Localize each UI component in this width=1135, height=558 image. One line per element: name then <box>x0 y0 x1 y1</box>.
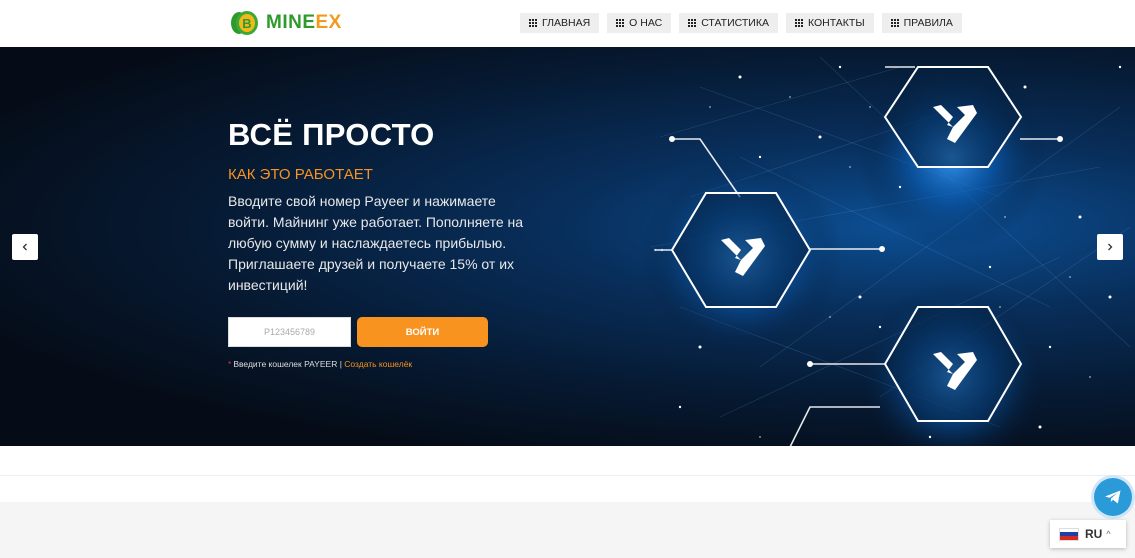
language-switcher[interactable]: RU ^ <box>1050 520 1126 548</box>
slider-next-button[interactable] <box>1097 234 1123 260</box>
wallet-hint: * Введите кошелек PAYEER | Создать кошелё… <box>228 359 412 369</box>
section-divider <box>0 446 1135 476</box>
create-wallet-link[interactable]: Создать кошелёк <box>344 359 412 369</box>
site-header: B MINEEX ГЛАВНАЯ О НАС СТАТИСТИКА КОНТАК… <box>0 0 1135 47</box>
login-button[interactable]: ВОЙТИ <box>357 317 488 347</box>
slider-prev-button[interactable] <box>12 234 38 260</box>
chevron-up-icon: ^ <box>1106 529 1111 539</box>
hero-title: ВСЁ ПРОСТО <box>228 117 435 152</box>
hero-slider: ВСЁ ПРОСТО КАК ЭТО РАБОТАЕТ Вводите свой… <box>0 47 1135 446</box>
russia-flag-icon <box>1059 527 1079 541</box>
hero-description: Вводите свой номер Payeer и нажимаете во… <box>228 193 524 293</box>
required-star: * <box>228 359 232 369</box>
nav-item-label: КОНТАКТЫ <box>807 17 865 29</box>
grid-icon <box>794 18 804 28</box>
next-section <box>0 502 1135 558</box>
nav-item-label: ГЛАВНАЯ <box>542 17 591 29</box>
bitcoin-coin-icon: B <box>231 11 258 35</box>
main-nav: ГЛАВНАЯ О НАС СТАТИСТИКА КОНТАКТЫ ПРАВИЛ… <box>520 13 962 33</box>
telegram-button[interactable] <box>1094 478 1132 516</box>
nav-item-statistics[interactable]: СТАТИСТИКА <box>679 13 778 33</box>
nav-item-contacts[interactable]: КОНТАКТЫ <box>785 13 874 33</box>
telegram-icon <box>1105 490 1121 504</box>
grid-icon <box>529 18 538 28</box>
payeer-wallet-input[interactable] <box>228 317 351 347</box>
network-hexagon-background <box>642 56 1131 446</box>
nav-item-label: ПРАВИЛА <box>903 17 953 29</box>
svg-text:B: B <box>242 16 251 31</box>
chevron-right-icon <box>1108 243 1113 251</box>
chevron-left-icon <box>22 243 27 251</box>
logo-text-prefix: MINE <box>266 12 316 33</box>
language-code: RU <box>1085 527 1103 541</box>
nav-item-rules[interactable]: ПРАВИЛА <box>881 13 962 33</box>
nav-item-home[interactable]: ГЛАВНАЯ <box>520 13 600 33</box>
logo[interactable]: B MINEEX <box>230 9 342 37</box>
grid-icon <box>616 18 625 28</box>
wallet-hint-text: Введите кошелек PAYEER | <box>233 359 345 369</box>
logo-text-suffix: EX <box>315 12 342 33</box>
nav-item-about[interactable]: О НАС <box>607 13 672 33</box>
logo-text: MINEEX <box>266 12 342 34</box>
nav-item-label: СТАТИСТИКА <box>701 17 769 29</box>
hero-subtitle: КАК ЭТО РАБОТАЕТ <box>228 166 373 183</box>
nav-item-label: О НАС <box>629 17 663 29</box>
grid-icon <box>890 18 900 28</box>
grid-icon <box>688 18 697 28</box>
